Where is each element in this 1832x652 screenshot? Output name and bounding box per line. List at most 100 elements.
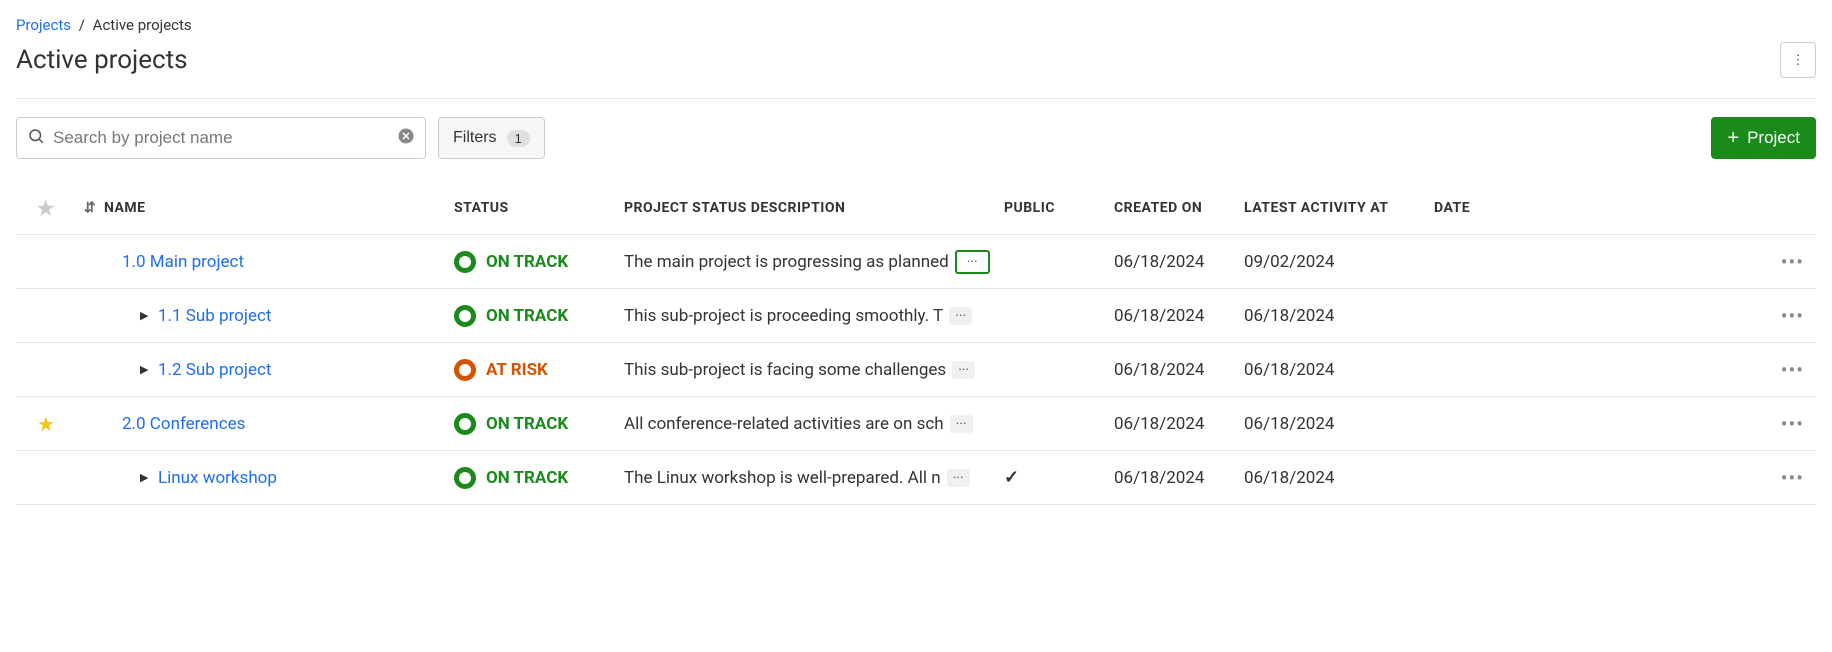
status-cell: ON TRACK [454, 467, 624, 489]
status-label: ON TRACK [486, 306, 568, 326]
col-header-created[interactable]: CREATED ON [1114, 200, 1244, 216]
page-title: Active projects [16, 45, 188, 75]
status-label: ON TRACK [486, 414, 568, 434]
status-icon [454, 305, 476, 327]
page-more-button[interactable]: ⋮ [1780, 42, 1816, 78]
expand-toggle-icon[interactable]: ▶ [140, 471, 152, 484]
status-label: ON TRACK [486, 468, 568, 488]
actions-cell: ••• [1514, 304, 1816, 328]
status-icon [454, 359, 476, 381]
actions-cell: ••• [1514, 412, 1816, 436]
table-row: ▶ Linux workshop ON TRACK The Linux worksho… [16, 451, 1816, 505]
created-on-cell: 06/18/2024 [1114, 414, 1244, 434]
col-header-public[interactable]: PUBLIC [1004, 200, 1114, 216]
check-icon: ✓ [1004, 467, 1019, 488]
page-title-row: Active projects ⋮ [16, 42, 1816, 78]
kebab-icon: ⋮ [1791, 52, 1804, 68]
created-on-cell: 06/18/2024 [1114, 306, 1244, 326]
status-cell: ON TRACK [454, 413, 624, 435]
description-text: The Linux workshop is well-prepared. All… [624, 468, 941, 488]
description-cell: The main project is progressing as plann… [624, 250, 1004, 274]
description-expand-button[interactable]: ··· [947, 469, 970, 487]
description-cell: All conference-related activities are on… [624, 414, 1004, 434]
divider [16, 98, 1816, 99]
star-icon: ★ [37, 412, 55, 436]
public-cell: ✓ [1004, 467, 1114, 488]
add-project-label: Project [1747, 128, 1800, 148]
project-link[interactable]: Linux workshop [158, 468, 277, 488]
status-label: ON TRACK [486, 252, 568, 272]
clear-search-icon[interactable] [397, 127, 415, 149]
col-header-hierarchy[interactable]: ⇵ [76, 200, 104, 216]
status-icon [454, 467, 476, 489]
col-header-latest[interactable]: LATEST ACTIVITY AT [1244, 200, 1434, 216]
description-text: This sub-project is facing some challeng… [624, 360, 946, 380]
actions-cell: ••• [1514, 358, 1816, 382]
row-more-button[interactable]: ••• [1781, 466, 1804, 490]
description-expand-button[interactable]: ··· [950, 415, 973, 433]
description-expand-button[interactable]: ··· [949, 307, 972, 325]
filters-button[interactable]: Filters 1 [438, 117, 545, 159]
actions-cell: ••• [1514, 250, 1816, 274]
hierarchy-icon: ⇵ [84, 200, 96, 216]
page-container: Projects / Active projects Active projec… [0, 0, 1832, 521]
filters-label: Filters [453, 129, 497, 147]
col-header-name[interactable]: NAME [104, 200, 454, 216]
name-cell: ▶ 1.1 Sub project [104, 306, 454, 326]
status-icon [454, 251, 476, 273]
table-row: 1.0 Main project ON TRACK The main project… [16, 235, 1816, 289]
project-link[interactable]: 2.0 Conferences [122, 414, 245, 434]
description-text: All conference-related activities are on… [624, 414, 944, 434]
row-more-button[interactable]: ••• [1781, 250, 1804, 274]
actions-cell: ••• [1514, 466, 1816, 490]
name-cell: 1.0 Main project [104, 252, 454, 272]
search-input[interactable] [53, 128, 397, 148]
table-header: ★ ⇵ NAME STATUS PROJECT STATUS DESCRIPTI… [16, 181, 1816, 235]
breadcrumb-root-link[interactable]: Projects [16, 16, 71, 34]
col-header-date[interactable]: DATE [1434, 200, 1514, 216]
page-actions: ⋮ [1780, 42, 1816, 78]
name-cell: ▶ 1.2 Sub project [104, 360, 454, 380]
table-body: 1.0 Main project ON TRACK The main project… [16, 235, 1816, 505]
plus-icon: + [1727, 128, 1739, 148]
breadcrumb-current: Active projects [93, 16, 192, 34]
row-more-button[interactable]: ••• [1781, 412, 1804, 436]
project-link[interactable]: 1.2 Sub project [158, 360, 271, 380]
status-cell: ON TRACK [454, 305, 624, 327]
row-more-button[interactable]: ••• [1781, 304, 1804, 328]
description-expand-button[interactable]: ··· [952, 361, 975, 379]
project-link[interactable]: 1.1 Sub project [158, 306, 271, 326]
created-on-cell: 06/18/2024 [1114, 468, 1244, 488]
status-label: AT RISK [486, 360, 548, 380]
name-cell: 2.0 Conferences [104, 414, 454, 434]
breadcrumb: Projects / Active projects [16, 16, 1816, 34]
table-row: ★ 2.0 Conferences ON TRACK All conference-r… [16, 397, 1816, 451]
projects-table: ★ ⇵ NAME STATUS PROJECT STATUS DESCRIPTI… [16, 181, 1816, 505]
table-row: ▶ 1.1 Sub project ON TRACK This sub-project… [16, 289, 1816, 343]
latest-activity-cell: 06/18/2024 [1244, 414, 1434, 434]
description-cell: This sub-project is proceeding smoothly.… [624, 306, 1004, 326]
status-cell: AT RISK [454, 359, 624, 381]
created-on-cell: 06/18/2024 [1114, 360, 1244, 380]
table-row: ▶ 1.2 Sub project AT RISK This sub-project … [16, 343, 1816, 397]
row-more-button[interactable]: ••• [1781, 358, 1804, 382]
project-link[interactable]: 1.0 Main project [122, 252, 244, 272]
breadcrumb-separator: / [79, 16, 85, 34]
description-expand-button[interactable]: ··· [955, 250, 990, 274]
expand-toggle-icon[interactable]: ▶ [140, 363, 152, 376]
filters-count-badge: 1 [507, 130, 530, 147]
status-cell: ON TRACK [454, 251, 624, 273]
latest-activity-cell: 06/18/2024 [1244, 360, 1434, 380]
created-on-cell: 06/18/2024 [1114, 252, 1244, 272]
favorite-cell[interactable]: ★ [16, 412, 76, 436]
expand-toggle-icon[interactable]: ▶ [140, 309, 152, 322]
col-header-desc[interactable]: PROJECT STATUS DESCRIPTION [624, 200, 1004, 216]
add-project-button[interactable]: + Project [1711, 117, 1816, 159]
name-cell: ▶ Linux workshop [104, 468, 454, 488]
col-header-favorite[interactable]: ★ [16, 196, 76, 220]
status-icon [454, 413, 476, 435]
latest-activity-cell: 09/02/2024 [1244, 252, 1434, 272]
description-text: The main project is progressing as plann… [624, 252, 949, 272]
description-cell: This sub-project is facing some challeng… [624, 360, 1004, 380]
col-header-status[interactable]: STATUS [454, 200, 624, 216]
